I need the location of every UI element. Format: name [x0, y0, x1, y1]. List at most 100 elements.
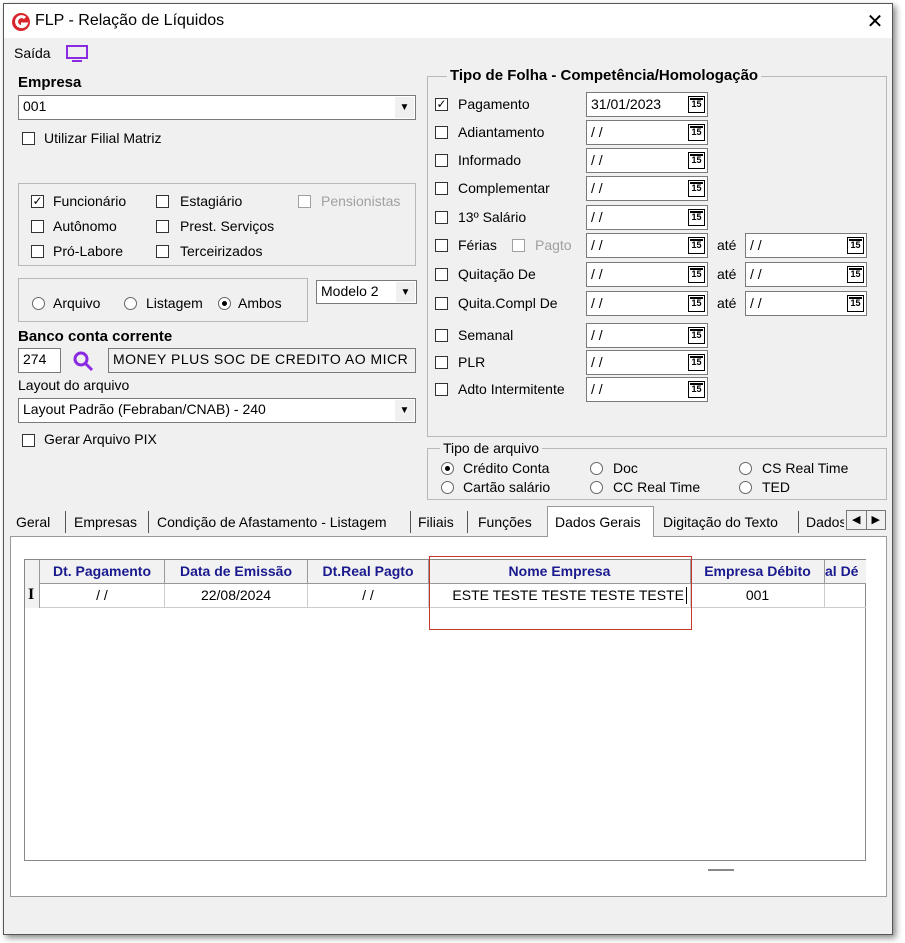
folha-date-input[interactable]: / / 15 [586, 350, 708, 375]
tab-filiais[interactable]: Filiais [418, 509, 454, 537]
calendar-icon[interactable]: 15 [847, 237, 864, 254]
arrow-left-icon[interactable]: ◀ [847, 511, 867, 529]
calendar-icon[interactable]: 15 [688, 295, 705, 312]
empresa-combo[interactable]: 001 ▼ [18, 95, 416, 120]
cell-truncated[interactable] [825, 584, 866, 608]
chevron-down-icon[interactable]: ▼ [395, 97, 414, 118]
saida-button[interactable]: Saída [14, 45, 51, 61]
cc-real-time-radio[interactable] [590, 481, 603, 494]
folha-checkbox[interactable] [435, 329, 448, 342]
folha-date-input[interactable]: / / 15 [586, 176, 708, 201]
layout-combo[interactable]: Layout Padrão (Febraban/CNAB) - 240 ▼ [18, 398, 416, 423]
banco-code-input[interactable]: 274 [18, 348, 61, 373]
cell-dt-real-pagto[interactable]: / / [308, 584, 429, 608]
arquivo-radio[interactable] [32, 297, 45, 310]
modelo-value: Modelo 2 [321, 283, 379, 299]
folha-date2-input[interactable]: / / 15 [745, 233, 867, 258]
tab-digitacao-texto[interactable]: Digitação do Texto [663, 509, 778, 537]
calendar-icon[interactable]: 15 [688, 266, 705, 283]
calendar-icon[interactable]: 15 [847, 295, 864, 312]
chevron-down-icon[interactable]: ▼ [395, 400, 414, 421]
calendar-icon[interactable]: 15 [688, 152, 705, 169]
folha-date-input[interactable]: / / 15 [586, 205, 708, 230]
folha-checkbox[interactable]: ✓ [435, 98, 448, 111]
folha-date2-input[interactable]: / / 15 [745, 291, 867, 316]
folha-checkbox[interactable] [435, 239, 448, 252]
folha-date-value: / / [591, 354, 603, 370]
modelo-combo[interactable]: Modelo 2 ▼ [316, 280, 417, 304]
col-dt-pagamento[interactable]: Dt. Pagamento [40, 560, 165, 584]
close-button[interactable]: ✕ [864, 9, 886, 34]
folha-date-input[interactable]: 31/01/2023 15 [586, 92, 708, 117]
folha-date-input[interactable]: / / 15 [586, 323, 708, 348]
tab-dados-gerais[interactable]: Dados Gerais [555, 509, 641, 537]
pro-labore-checkbox[interactable] [31, 245, 44, 258]
folha-date-value: / / [591, 237, 603, 253]
terceirizados-checkbox[interactable] [156, 245, 169, 258]
folha-date-input[interactable]: / / 15 [586, 233, 708, 258]
calendar-icon[interactable]: 15 [688, 237, 705, 254]
listagem-radio[interactable] [124, 297, 137, 310]
calendar-icon[interactable]: 15 [688, 354, 705, 371]
pix-checkbox[interactable] [22, 434, 35, 447]
tab-dados[interactable]: Dados [806, 509, 844, 537]
col-truncated[interactable]: al Dé [825, 560, 866, 584]
funcionario-checkbox[interactable]: ✓ [31, 195, 44, 208]
folha-checkbox[interactable] [435, 211, 448, 224]
pagto-checkbox[interactable] [512, 239, 525, 252]
cartao-salario-radio[interactable] [441, 481, 454, 494]
autonomo-checkbox[interactable] [31, 220, 44, 233]
calendar-icon[interactable]: 15 [688, 381, 705, 398]
monitor-icon[interactable] [66, 45, 88, 63]
folha-date-input[interactable]: / / 15 [586, 120, 708, 145]
folha-date-value: / / [591, 327, 603, 343]
calendar-icon[interactable]: 15 [688, 209, 705, 226]
tab-funcoes[interactable]: Funções [478, 509, 532, 537]
folha-date-input[interactable]: / / 15 [586, 148, 708, 173]
cell-data-emissao[interactable]: 22/08/2024 [165, 584, 308, 608]
folha-checkbox[interactable] [435, 383, 448, 396]
prest-servicos-checkbox[interactable] [156, 220, 169, 233]
folha-date2-input[interactable]: / / 15 [745, 262, 867, 287]
folha-date-input[interactable]: / / 15 [586, 377, 708, 402]
tab-empresas[interactable]: Empresas [74, 509, 137, 537]
calendar-icon[interactable]: 15 [688, 327, 705, 344]
tab-scroller[interactable]: ◀ ▶ [846, 510, 886, 530]
calendar-icon[interactable]: 15 [688, 180, 705, 197]
col-dt-real-pagto[interactable]: Dt.Real Pagto [308, 560, 429, 584]
col-data-emissao[interactable]: Data de Emissão [165, 560, 308, 584]
arrow-right-icon[interactable]: ▶ [867, 511, 886, 529]
folha-checkbox[interactable] [435, 297, 448, 310]
chevron-down-icon[interactable]: ▼ [396, 282, 415, 302]
pensionistas-checkbox[interactable] [298, 195, 311, 208]
folha-date-input[interactable]: / / 15 [586, 262, 708, 287]
calendar-icon[interactable]: 15 [688, 96, 705, 113]
estagiario-checkbox[interactable] [156, 195, 169, 208]
folha-checkbox[interactable] [435, 182, 448, 195]
folha-date-value: / / [591, 295, 603, 311]
folha-checkbox[interactable] [435, 268, 448, 281]
search-icon[interactable] [72, 350, 94, 372]
doc-radio[interactable] [590, 462, 603, 475]
calendar-icon[interactable]: 15 [847, 266, 864, 283]
folha-date-input[interactable]: / / 15 [586, 291, 708, 316]
cell-dt-pagamento[interactable]: / / [40, 584, 165, 608]
folha-date-value: / / [591, 124, 603, 140]
ted-radio[interactable] [739, 481, 752, 494]
calendar-icon[interactable]: 15 [688, 124, 705, 141]
col-empresa-debito[interactable]: Empresa Débito [691, 560, 825, 584]
cell-empresa-debito[interactable]: 001 [691, 584, 825, 608]
folha-checkbox[interactable] [435, 126, 448, 139]
pagto-label: Pagto [535, 237, 572, 253]
tab-geral[interactable]: Geral [16, 509, 50, 537]
ambos-radio[interactable] [218, 297, 231, 310]
credito-conta-label: Crédito Conta [463, 460, 550, 476]
folha-checkbox[interactable] [435, 356, 448, 369]
cs-real-time-radio[interactable] [739, 462, 752, 475]
credito-conta-radio[interactable] [441, 462, 454, 475]
filial-checkbox[interactable] [22, 132, 35, 145]
folha-checkbox[interactable] [435, 154, 448, 167]
resize-grip[interactable] [708, 869, 734, 871]
ted-label: TED [762, 479, 790, 495]
tab-condicao-afastamento[interactable]: Condição de Afastamento - Listagem [157, 509, 387, 537]
